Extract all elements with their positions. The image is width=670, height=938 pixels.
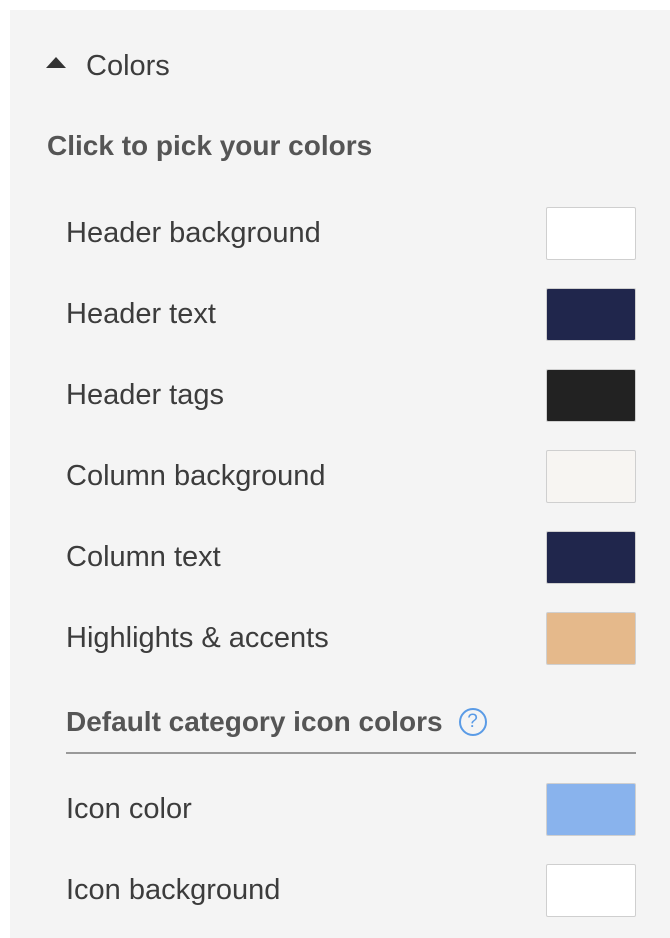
color-row-label: Column background xyxy=(66,459,326,492)
icon-colors-heading: Default category icon colors ? xyxy=(66,692,636,754)
color-row-label: Icon background xyxy=(66,873,281,906)
colors-subheading: Click to pick your colors xyxy=(47,130,373,161)
icon-colors-heading-text: Default category icon colors xyxy=(66,706,443,737)
color-row-label: Header background xyxy=(66,216,321,249)
caret-up-icon xyxy=(46,56,66,68)
color-row-column-text: Column text xyxy=(66,529,636,585)
color-row-icon-color: Icon color xyxy=(66,781,636,837)
color-row-header-background: Header background xyxy=(66,205,636,261)
color-row-label: Header tags xyxy=(66,378,224,411)
color-row-icon-background: Icon background xyxy=(66,862,636,918)
section-title: Colors xyxy=(86,49,170,82)
help-icon[interactable]: ? xyxy=(458,708,487,736)
color-swatch[interactable] xyxy=(546,206,636,260)
color-row-header-text: Header text xyxy=(66,286,636,342)
color-row-label: Header text xyxy=(66,297,216,330)
color-row-column-background: Column background xyxy=(66,448,636,504)
color-swatch[interactable] xyxy=(546,782,636,836)
color-swatch[interactable] xyxy=(546,449,636,503)
color-swatch[interactable] xyxy=(546,368,636,422)
colors-section-toggle[interactable]: Colors xyxy=(46,42,170,90)
colors-panel: Colors Click to pick your colors Header … xyxy=(10,10,670,938)
color-swatch[interactable] xyxy=(546,530,636,584)
color-swatch[interactable] xyxy=(546,287,636,341)
color-row-header-tags: Header tags xyxy=(66,367,636,423)
color-row-label: Icon color xyxy=(66,792,192,825)
color-swatch[interactable] xyxy=(546,611,636,665)
color-row-label: Column text xyxy=(66,540,221,573)
color-swatch[interactable] xyxy=(546,863,636,917)
color-row-label: Highlights & accents xyxy=(66,621,329,654)
color-row-highlights-accents: Highlights & accents xyxy=(66,610,636,666)
